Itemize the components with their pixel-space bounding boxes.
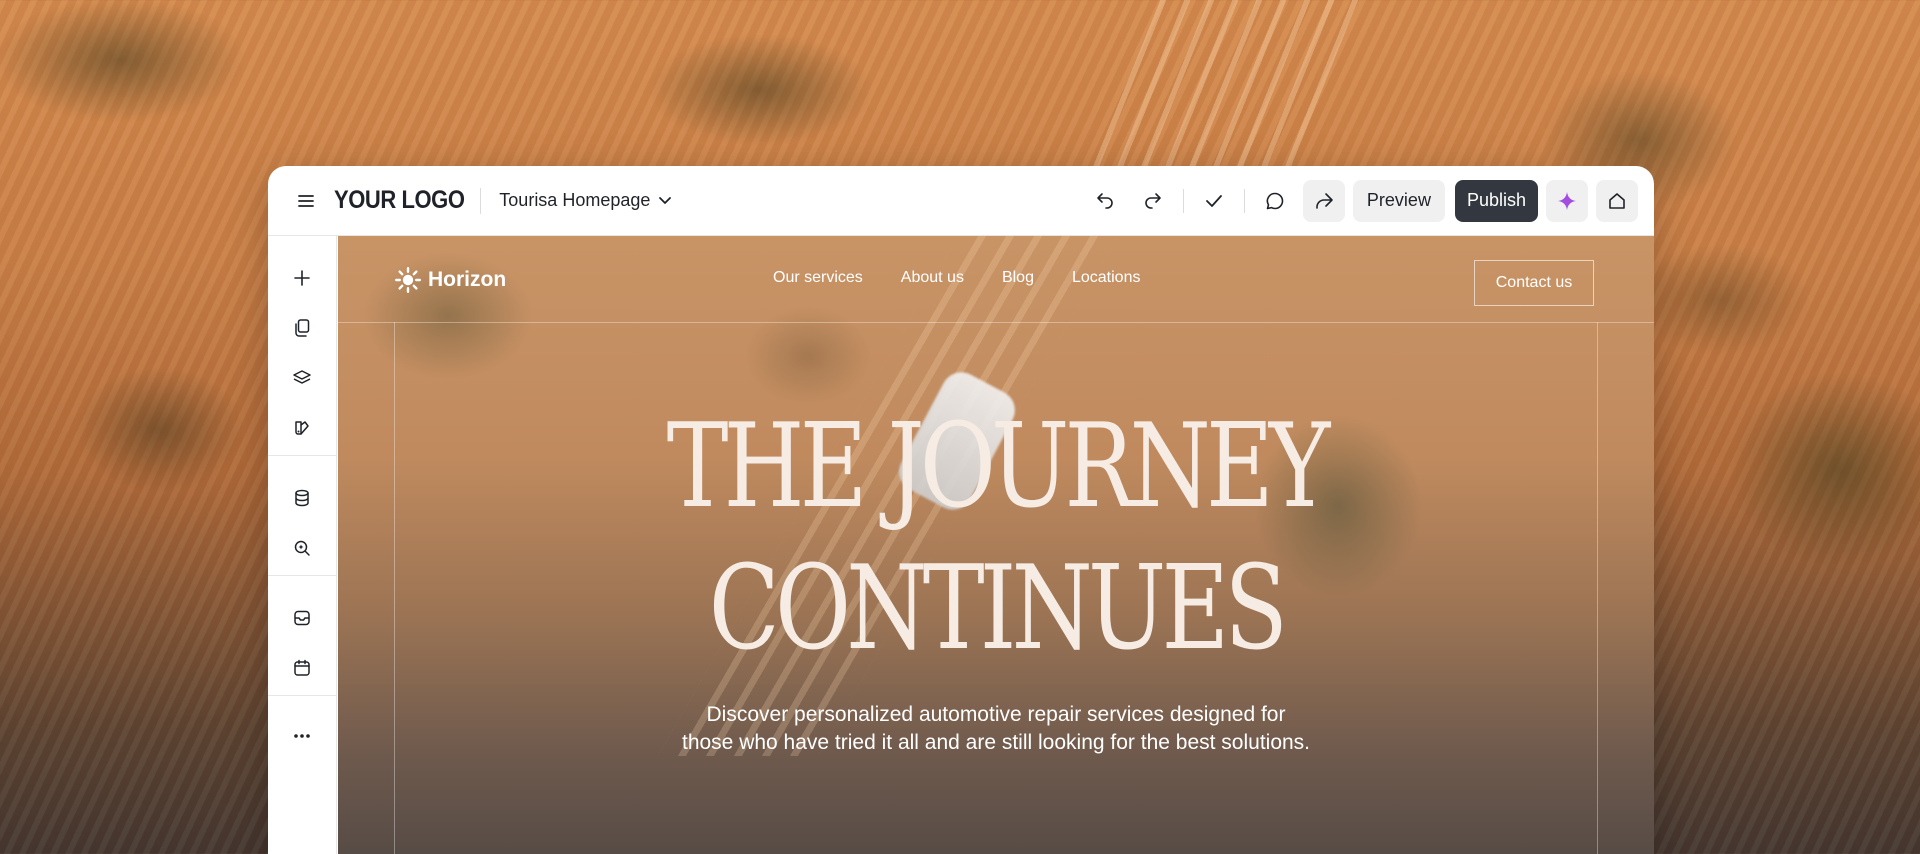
divider (1182, 188, 1184, 213)
layout-guide-right (1597, 322, 1598, 854)
menu-button[interactable] (268, 166, 344, 236)
hero-title-line-2: CONTINUES (708, 541, 1288, 676)
site-brand[interactable]: Horizon (394, 266, 506, 294)
ai-assistant-button[interactable] (1546, 179, 1588, 222)
theme-button[interactable] (268, 410, 336, 446)
home-button[interactable] (1596, 179, 1638, 222)
undo-icon (1097, 192, 1113, 209)
hero-title[interactable]: THE JOURNEY CONTINUES (470, 396, 1523, 680)
hero-subtitle-line-2: those who have tried it all and are stil… (681, 731, 1311, 754)
comment-button[interactable] (1255, 181, 1295, 221)
contact-button[interactable]: Contact us (1474, 260, 1594, 306)
app-logo[interactable]: YOUR LOGO (334, 186, 465, 215)
search-icon (294, 540, 310, 556)
plus-icon (294, 270, 310, 286)
nav-link-services[interactable]: Our services (773, 269, 863, 287)
publish-button[interactable]: Publish (1454, 179, 1538, 222)
divider (1243, 188, 1245, 213)
calendar-icon (294, 659, 310, 676)
share-icon (1316, 192, 1333, 209)
sun-logo-icon (395, 267, 421, 293)
brand-name: Horizon (428, 268, 507, 291)
undo-button[interactable] (1085, 181, 1125, 221)
hero-subtitle-line-1: Discover personalized automotive repair … (706, 703, 1286, 726)
add-element-button[interactable] (268, 260, 336, 296)
calendar-button[interactable] (268, 650, 336, 686)
divider (480, 187, 482, 214)
database-icon (295, 489, 309, 507)
background-tire-tracks (1069, 0, 1381, 180)
preview-button[interactable]: Preview (1352, 179, 1445, 222)
pages-icon (295, 319, 310, 337)
redo-icon (1145, 192, 1161, 209)
layout-guide-left (394, 322, 395, 854)
divider (268, 695, 336, 696)
media-icon (294, 610, 310, 626)
palette-icon (295, 421, 309, 435)
redo-button[interactable] (1133, 181, 1173, 221)
more-button[interactable] (268, 718, 336, 754)
nav-link-locations[interactable]: Locations (1072, 269, 1141, 287)
home-icon (1609, 192, 1625, 209)
nav-link-blog[interactable]: Blog (1002, 269, 1034, 287)
comment-icon (1266, 192, 1284, 209)
layers-button[interactable] (268, 360, 336, 396)
database-button[interactable] (268, 480, 336, 516)
hamburger-icon (298, 194, 314, 207)
seo-button[interactable] (268, 530, 336, 566)
top-toolbar: YOUR LOGO Tourisa Homepage Preview Publi… (268, 166, 1654, 236)
hero-title-line-1: THE JOURNEY (666, 399, 1331, 534)
nav-divider (338, 322, 1654, 323)
site-header: Horizon Our services About us Blog Locat… (338, 236, 1654, 322)
site-nav-links: Our services About us Blog Locations (773, 269, 1140, 287)
left-sidebar (268, 236, 337, 854)
more-icon (294, 734, 310, 738)
pages-button[interactable] (268, 310, 336, 346)
divider (268, 575, 336, 576)
sparkle-icon (1558, 191, 1576, 210)
chevron-down-icon (659, 197, 672, 204)
check-icon (1206, 194, 1222, 207)
nav-link-about[interactable]: About us (901, 269, 964, 287)
check-button[interactable] (1194, 181, 1234, 221)
hero-subtitle[interactable]: Discover personalized automotive repair … (338, 701, 1654, 757)
editor-window: YOUR LOGO Tourisa Homepage Preview Publi… (268, 166, 1654, 854)
page-selector[interactable]: Tourisa Homepage (499, 190, 672, 211)
media-button[interactable] (268, 600, 336, 636)
divider (268, 455, 336, 456)
website-canvas[interactable]: Horizon Our services About us Blog Locat… (338, 236, 1654, 854)
layers-icon (293, 370, 311, 384)
share-button[interactable] (1302, 179, 1345, 222)
page-name: Tourisa Homepage (499, 190, 651, 210)
